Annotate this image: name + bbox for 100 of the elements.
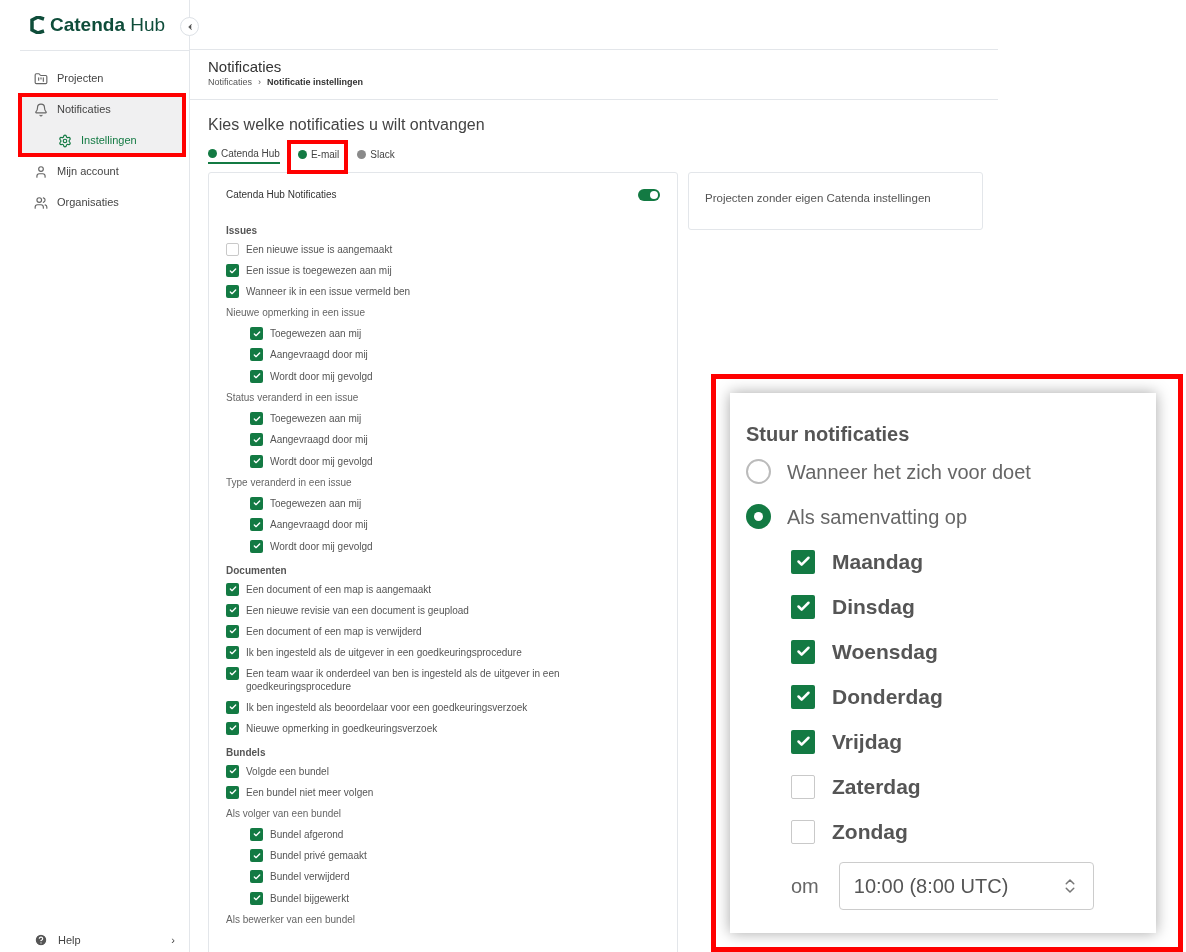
nav-icon (34, 195, 48, 210)
group-heading: Issues (226, 224, 259, 238)
callout-heading: Stuur notificaties (746, 422, 911, 447)
check-icon (252, 894, 261, 903)
logo-text: Catenda Hub (50, 12, 166, 37)
check-icon (252, 851, 261, 860)
checkbox[interactable] (791, 774, 815, 799)
option-label: Aangevraagd door mij (270, 433, 368, 448)
gear-icon (58, 133, 72, 148)
checked-checkbox[interactable] (250, 849, 263, 863)
check-icon (228, 788, 237, 797)
check-icon (228, 648, 237, 657)
check-icon (252, 499, 261, 508)
check-icon (228, 627, 237, 636)
radio-button[interactable] (746, 459, 771, 484)
checked-checkbox[interactable] (250, 518, 263, 532)
check-icon (795, 689, 811, 704)
checked-checkbox[interactable] (791, 639, 815, 664)
checked-checkbox[interactable] (250, 327, 263, 341)
channel-tab[interactable]: Catenda Hub (208, 144, 280, 164)
option-label: Wordt door mij gevolgd (270, 539, 373, 554)
checked-checkbox[interactable] (226, 645, 239, 659)
check-icon (252, 872, 261, 881)
check-icon (228, 266, 237, 275)
nav-subitem[interactable]: Instellingen (20, 125, 183, 156)
check-icon (252, 830, 261, 839)
check-icon (252, 435, 261, 444)
time-select[interactable]: 10:00 (8:00 UTC) (838, 862, 1094, 910)
checked-checkbox[interactable] (226, 285, 239, 298)
option-label: Bundel privé gemaakt (270, 849, 367, 864)
checked-checkbox[interactable] (250, 369, 263, 383)
group-heading: Documenten (226, 563, 288, 578)
subgroup-label: Als bewerker van een bundel (226, 912, 356, 927)
nav-item[interactable]: Mijn account (20, 156, 189, 187)
day-label: Donderdag (832, 683, 943, 710)
option-label: Bundel bijgewerkt (270, 891, 349, 906)
day-label: Woensdag (832, 638, 938, 665)
check-icon (795, 734, 811, 749)
day-label: Zondag (832, 818, 908, 845)
checked-checkbox[interactable] (226, 666, 239, 680)
nav-item[interactable]: Organisaties (20, 187, 189, 218)
checked-checkbox[interactable] (250, 539, 263, 553)
help-link[interactable]: Help › (0, 928, 189, 952)
checked-checkbox[interactable] (250, 433, 263, 447)
option-label: Een document of een map is aangemaakt (246, 582, 432, 596)
checked-checkbox[interactable] (226, 624, 239, 638)
time-label: om (791, 874, 819, 899)
nav-item[interactable]: Notificaties (20, 94, 183, 125)
section-heading: Kies welke notificaties u wilt ontvangen (208, 115, 486, 135)
day-label: Maandag (832, 548, 923, 575)
checked-checkbox[interactable] (250, 496, 263, 510)
checked-checkbox[interactable] (226, 603, 239, 617)
checked-checkbox[interactable] (791, 729, 815, 754)
breadcrumb-current: Notificatie instellingen (267, 76, 364, 89)
option-label: Een team waar ik onderdeel van ben is ingesteld als de uitgever in een goedkeuringsprocedure (246, 666, 561, 693)
checked-checkbox[interactable] (226, 785, 239, 799)
checked-checkbox[interactable] (250, 827, 263, 841)
day-label: Vrijdag (832, 728, 903, 755)
toggle-switch[interactable] (638, 188, 660, 201)
radio-button[interactable] (746, 504, 771, 529)
option-label: Toegewezen aan mij (270, 412, 362, 427)
checked-checkbox[interactable] (226, 764, 239, 778)
option-label: Toegewezen aan mij (270, 496, 362, 511)
subgroup-label: Type veranderd in een issue (226, 475, 353, 490)
nav-item[interactable]: Projecten (20, 63, 189, 94)
option-label: Wordt door mij gevolgd (270, 454, 373, 469)
option-label: Ik ben ingesteld als de uitgever in een goedkeuringsprocedure (246, 645, 522, 659)
checked-checkbox[interactable] (250, 348, 263, 362)
subgroup-label: Nieuwe opmerking in een issue (226, 306, 366, 320)
nav-icon (34, 102, 48, 117)
channel-tab[interactable]: Slack (357, 144, 395, 164)
checkbox[interactable] (226, 243, 239, 256)
checked-checkbox[interactable] (226, 264, 239, 277)
check-icon (252, 520, 261, 529)
page-title: Notificaties (208, 58, 283, 76)
check-icon (252, 542, 261, 550)
checked-checkbox[interactable] (226, 582, 239, 596)
checked-checkbox[interactable] (791, 594, 815, 619)
option-label: Nieuwe opmerking in goedkeuringsverzoek (246, 721, 438, 735)
option-label: Een document of een map is verwijderd (246, 624, 422, 638)
channel-tab[interactable]: E-mail (297, 144, 340, 164)
day-label: Dinsdag (832, 593, 915, 620)
breadcrumb-link[interactable]: Notificaties (208, 76, 252, 90)
checkbox[interactable] (791, 819, 815, 844)
option-label: Ik ben ingesteld als beoordelaar voor een goedkeuringsverzoek (246, 700, 528, 714)
option-label: Volgde een bundel (246, 764, 329, 778)
checked-checkbox[interactable] (250, 412, 263, 426)
checked-checkbox[interactable] (226, 721, 239, 735)
checked-checkbox[interactable] (250, 891, 263, 905)
option-label: Wanneer ik in een issue vermeld ben (246, 285, 411, 298)
checked-checkbox[interactable] (791, 549, 815, 574)
checked-checkbox[interactable] (226, 700, 239, 714)
checked-checkbox[interactable] (250, 870, 263, 884)
check-icon (228, 724, 237, 733)
breadcrumb-separator: › (258, 76, 261, 89)
option-label: Bundel verwijderd (270, 870, 350, 885)
checked-checkbox[interactable] (791, 684, 815, 709)
check-icon (252, 414, 261, 423)
nav-icon (34, 71, 48, 86)
checked-checkbox[interactable] (250, 454, 263, 468)
